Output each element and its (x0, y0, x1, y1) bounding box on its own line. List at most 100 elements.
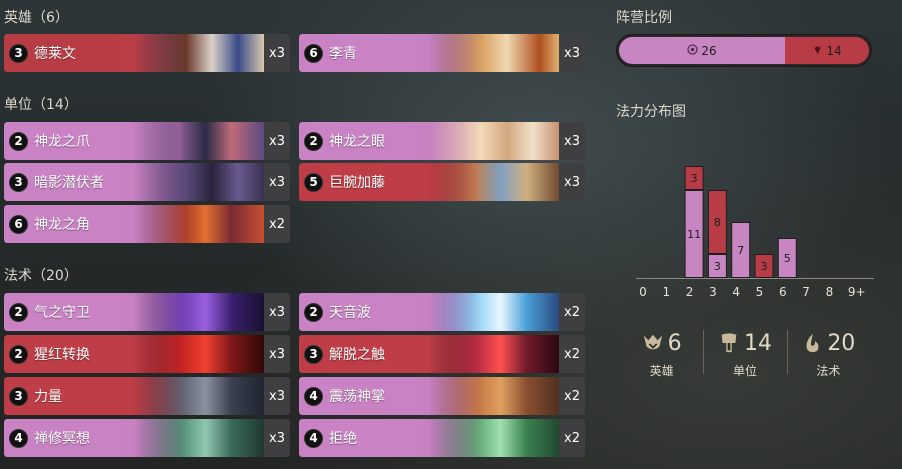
card-might[interactable]: 3 力量 x3 (4, 377, 290, 415)
stat-spells: 20 法术 (786, 326, 870, 386)
mana-cost-badge: 6 (304, 43, 323, 63)
card-art (134, 163, 264, 201)
card-main: 2 神龙之爪 (4, 122, 264, 160)
x-tick-label: 9+ (848, 285, 866, 299)
bar-label-ionia-4: 7 (737, 244, 744, 257)
card-main: 2 天音波 (299, 293, 559, 331)
card-count: x3 (264, 34, 290, 72)
noxus-icon (812, 44, 823, 58)
card-type-stats: 6 英雄 14 单位 20 法术 (620, 326, 870, 386)
card-kato[interactable]: 5 巨腕加藤 x3 (299, 163, 585, 201)
card-art (134, 419, 264, 457)
champions-label: 英雄 (649, 364, 674, 378)
section-units-title: 单位（14） (4, 97, 78, 113)
card-draven[interactable]: 3 德莱文 x3 (4, 34, 290, 72)
card-main: 4 震荡神掌 (299, 377, 559, 415)
card-crimson[interactable]: 2 猩红转换 x3 (4, 335, 290, 373)
x-tick-label: 7 (802, 285, 810, 299)
card-main: 3 德莱文 (4, 34, 264, 72)
card-art (429, 34, 559, 72)
champion-icon (643, 334, 662, 350)
card-claw[interactable]: 2 神龙之爪 x3 (4, 122, 290, 160)
mana-cost-badge: 5 (304, 172, 323, 192)
units-count: 14 (743, 330, 772, 356)
card-count: x3 (264, 163, 290, 201)
spells-count: 20 (827, 330, 856, 356)
units-label: 单位 (732, 364, 757, 378)
x-tick-label: 6 (779, 285, 787, 299)
card-sonic[interactable]: 2 天音波 x2 (299, 293, 585, 331)
card-art (134, 377, 264, 415)
bar-label-noxus-5: 3 (761, 260, 768, 273)
x-tick-label: 4 (732, 285, 740, 299)
card-main: 3 暗影潜伏者 (4, 163, 264, 201)
card-art (429, 122, 559, 160)
card-art (134, 205, 264, 243)
mana-cost-badge: 2 (304, 131, 323, 151)
card-name: 气之守卫 (34, 305, 90, 321)
card-main: 3 解脱之触 (299, 335, 559, 373)
ionia-ratio-segment: 26 (619, 37, 785, 64)
card-count: x3 (559, 34, 585, 72)
card-name: 李青 (329, 46, 357, 62)
section-spells-title: 法术（20） (4, 268, 78, 284)
card-meditate[interactable]: 4 禅修冥想 x3 (4, 419, 290, 457)
mana-cost-badge: 2 (304, 302, 323, 322)
card-horn[interactable]: 6 神龙之角 x2 (4, 205, 290, 243)
mana-cost-badge: 3 (304, 344, 323, 364)
card-name: 猩红转换 (34, 347, 90, 363)
bar-label-ionia-2: 11 (687, 228, 701, 241)
card-count: x3 (264, 293, 290, 331)
card-art (134, 34, 264, 72)
x-tick-label: 1 (662, 285, 670, 299)
spells-label: 法术 (816, 364, 841, 378)
card-main: 2 神龙之眼 (299, 122, 559, 160)
card-art (429, 377, 559, 415)
card-name: 神龙之角 (34, 217, 90, 233)
card-count: x2 (559, 377, 585, 415)
card-eye[interactable]: 2 神龙之眼 x3 (299, 122, 585, 160)
card-leesin[interactable]: 6 李青 x3 (299, 34, 585, 72)
card-main: 6 李青 (299, 34, 559, 72)
card-main: 4 拒绝 (299, 419, 559, 457)
champions-count: 6 (667, 330, 682, 356)
card-palm[interactable]: 4 震荡神掌 x2 (299, 377, 585, 415)
x-tick-label: 3 (709, 285, 717, 299)
mana-chart-title: 法力分布图 (616, 104, 686, 120)
noxus-ratio-segment: 14 (785, 37, 869, 64)
x-tick-label: 0 (639, 285, 647, 299)
card-touch[interactable]: 3 解脱之触 x2 (299, 335, 585, 373)
card-main: 4 禅修冥想 (4, 419, 264, 457)
card-name: 德莱文 (34, 46, 76, 62)
card-shadow[interactable]: 3 暗影潜伏者 x3 (4, 163, 290, 201)
mana-cost-badge: 3 (9, 43, 28, 63)
card-art (134, 293, 264, 331)
stat-units: 14 单位 (703, 326, 786, 386)
mana-cost-badge: 4 (9, 428, 28, 448)
bar-label-noxus-3: 8 (714, 216, 721, 229)
card-name: 力量 (34, 389, 62, 405)
card-art (429, 419, 559, 457)
mana-cost-badge: 3 (9, 172, 28, 192)
card-name: 拒绝 (329, 431, 357, 447)
noxus-count: 14 (826, 43, 842, 58)
region-ratio-bar: 26 14 (616, 34, 872, 67)
stat-champions: 6 英雄 (620, 326, 703, 386)
card-name: 禅修冥想 (34, 431, 90, 447)
mana-cost-badge: 4 (304, 428, 323, 448)
x-tick-label: 2 (686, 285, 694, 299)
card-main: 3 力量 (4, 377, 264, 415)
mana-cost-badge: 4 (304, 386, 323, 406)
card-count: x3 (264, 335, 290, 373)
card-name: 解脱之触 (329, 347, 385, 363)
mana-cost-badge: 2 (9, 344, 28, 364)
card-name: 巨腕加藤 (329, 175, 385, 191)
mana-cost-badge: 2 (9, 131, 28, 151)
card-count: x3 (559, 122, 585, 160)
card-deny[interactable]: 4 拒绝 x2 (299, 419, 585, 457)
card-count: x2 (559, 293, 585, 331)
mana-cost-badge: 2 (9, 302, 28, 322)
card-guard[interactable]: 2 气之守卫 x3 (4, 293, 290, 331)
bar-label-noxus-2: 3 (691, 172, 698, 185)
ionia-count: 26 (701, 43, 717, 58)
